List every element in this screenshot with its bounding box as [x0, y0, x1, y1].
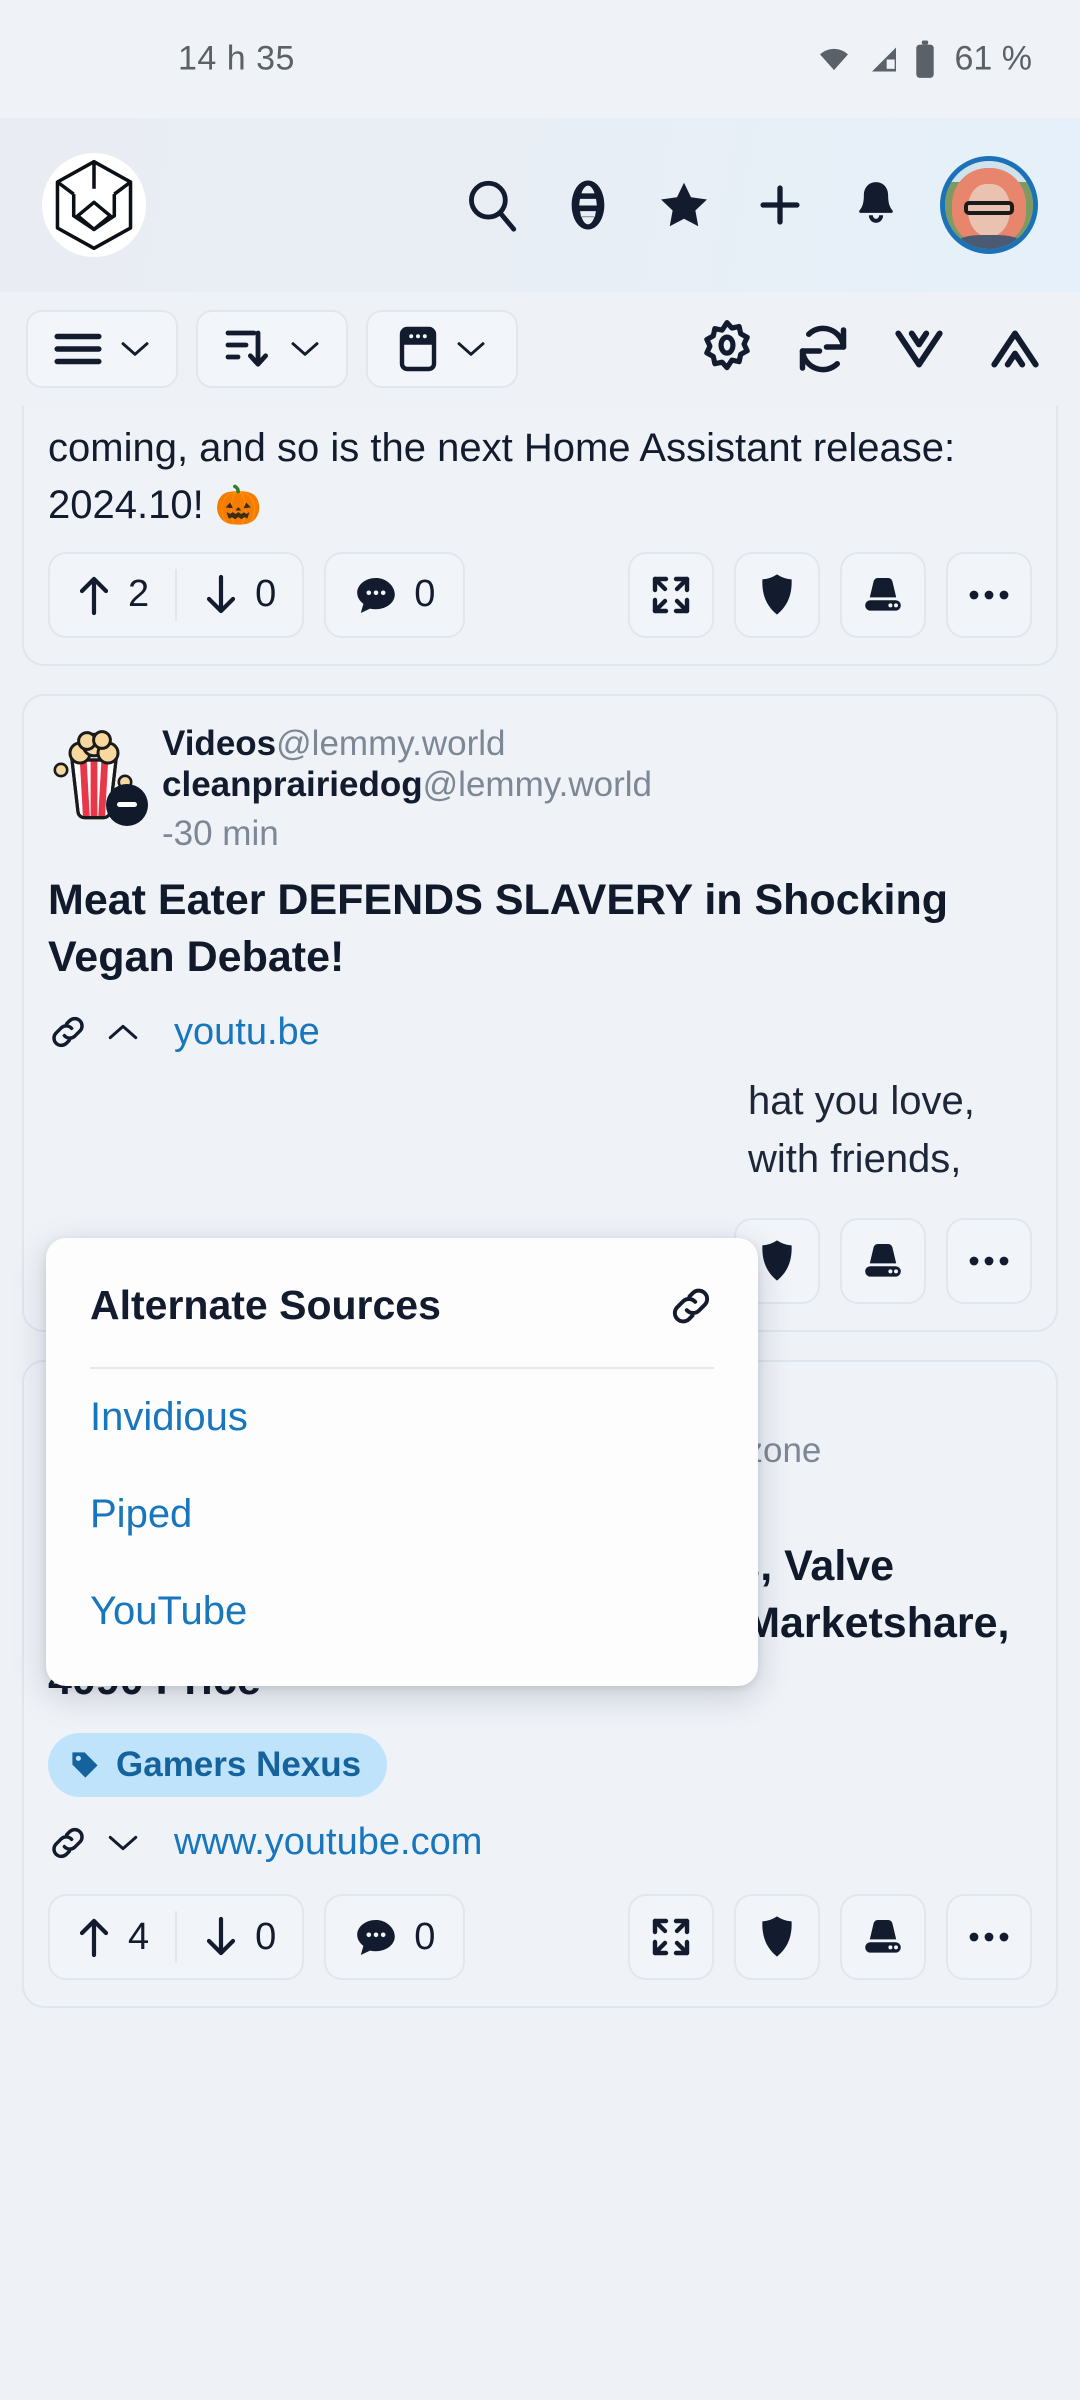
status-bar-indicators: 61 % — [813, 39, 1033, 79]
wifi-icon — [813, 43, 855, 75]
hamburger-lines-icon — [53, 329, 103, 369]
feed-toolbar — [0, 292, 1080, 406]
post-feed: coming, and so is the next Home Assistan… — [0, 406, 1080, 2009]
comment-count: 0 — [414, 1915, 436, 1958]
phone-screen: 14 h 35 61 % coming, and so is the next … — [0, 0, 1080, 2400]
embed-description: hat you love, with friends, — [48, 1066, 1032, 1200]
downvote-count: 0 — [255, 1915, 277, 1958]
post-age: -30 min — [162, 814, 279, 854]
more-horizontal-icon[interactable] — [946, 1217, 1032, 1304]
upvote-count: 4 — [128, 1915, 150, 1958]
app-bar-actions — [444, 156, 1038, 254]
post-header-lines: Videos@lemmy.world cleanprairiedog@lemmy… — [162, 722, 652, 854]
post-url[interactable]: youtu.be — [174, 1011, 320, 1054]
vote-group: 2 0 — [48, 551, 305, 638]
tag-icon — [68, 1748, 102, 1782]
lemmy-logo-icon[interactable] — [42, 153, 146, 257]
battery-percent-label: 61 % — [954, 39, 1033, 78]
chevron-down-icon — [455, 337, 487, 361]
downvote-button[interactable]: 0 — [177, 554, 302, 636]
post-action-bar: 2 0 0 — [48, 534, 1032, 664]
search-icon[interactable] — [444, 157, 540, 253]
cell-signal-icon — [866, 43, 902, 75]
author-name: cleanprairiedog — [162, 764, 423, 804]
post-body-paragraph: coming, and so is the next Home Assistan… — [48, 426, 956, 527]
community-name: Videos — [162, 723, 277, 763]
chevron-down-icon[interactable] — [106, 1830, 140, 1856]
vote-group: 4 0 — [48, 1894, 305, 1981]
bell-icon[interactable] — [828, 157, 924, 253]
upvote-count: 2 — [128, 573, 150, 616]
downvote-button[interactable]: 0 — [177, 1896, 302, 1978]
downvote-count: 0 — [255, 573, 277, 616]
star-icon[interactable] — [636, 157, 732, 253]
shield-icon[interactable] — [734, 551, 820, 638]
more-horizontal-icon[interactable] — [946, 551, 1032, 638]
post-action-bar: 4 0 0 — [48, 1876, 1032, 2006]
community-instance: @lemmy.world — [276, 723, 506, 763]
plus-icon[interactable] — [732, 157, 828, 253]
app-bar — [0, 118, 1080, 292]
link-chain-icon[interactable] — [48, 1012, 88, 1052]
dialog-item-youtube[interactable]: YouTube — [46, 1563, 758, 1660]
double-chevron-down-icon[interactable] — [880, 310, 958, 388]
embed-description-line: with friends, — [748, 1136, 962, 1181]
comment-count: 0 — [414, 573, 436, 616]
status-bar: 14 h 35 61 % — [0, 0, 1080, 118]
upvote-button[interactable]: 2 — [50, 554, 175, 636]
link-chain-icon[interactable] — [668, 1283, 714, 1329]
author-instance: @lemmy.world — [422, 764, 652, 804]
avatar-glasses — [964, 201, 1014, 215]
popcorn-avatar[interactable] — [48, 728, 148, 826]
community-line[interactable]: Videos@lemmy.world — [162, 724, 652, 763]
post-link-row: www.youtube.com — [48, 1803, 1032, 1876]
post-card[interactable]: coming, and so is the next Home Assistan… — [22, 406, 1058, 666]
sort-descending-icon — [223, 327, 273, 371]
sort-type-selector[interactable] — [196, 310, 348, 388]
globe-icon[interactable] — [540, 157, 636, 253]
comments-button[interactable]: 0 — [324, 1894, 466, 1981]
chevron-down-icon — [119, 337, 151, 361]
double-chevron-up-icon[interactable] — [976, 310, 1054, 388]
jack-o-lantern-emoji: 🎃 — [214, 484, 263, 527]
post-card[interactable]: Videos@lemmy.world cleanprairiedog@lemmy… — [22, 693, 1058, 1332]
avatar-shoulders — [959, 234, 1019, 249]
status-badge[interactable]: Gamers Nexus — [48, 1733, 388, 1798]
post-url[interactable]: www.youtube.com — [174, 1821, 482, 1864]
dialog-item-piped[interactable]: Piped — [46, 1466, 758, 1563]
post-tag-wrap: Gamers Nexus — [48, 1715, 1032, 1803]
upvote-button[interactable]: 4 — [50, 1896, 175, 1978]
post-link-row: youtu.be — [48, 993, 1032, 1066]
expand-icon[interactable] — [628, 1894, 714, 1981]
save-icon[interactable] — [840, 551, 926, 638]
gear-icon[interactable] — [688, 310, 766, 388]
battery-icon — [913, 40, 937, 78]
post-title[interactable]: Meat Eater DEFENDS SLAVERY in Shocking V… — [48, 854, 1032, 992]
listing-type-selector[interactable] — [26, 310, 178, 388]
save-icon[interactable] — [840, 1894, 926, 1981]
refresh-icon[interactable] — [784, 310, 862, 388]
alternate-sources-dialog[interactable]: Alternate Sources Invidious Piped YouTub… — [46, 1238, 758, 1686]
dialog-title: Alternate Sources — [90, 1282, 441, 1328]
avatar[interactable] — [940, 156, 1038, 254]
comments-button[interactable]: 0 — [324, 551, 466, 638]
expand-icon[interactable] — [628, 551, 714, 638]
card-view-icon — [397, 325, 439, 373]
dialog-item-invidious[interactable]: Invidious — [46, 1369, 758, 1466]
embed-description-line: hat you love, — [748, 1078, 975, 1123]
subscribe-status-badge — [106, 783, 148, 826]
link-chain-icon[interactable] — [48, 1823, 88, 1863]
status-badge-label: Gamers Nexus — [116, 1745, 362, 1785]
dialog-header: Alternate Sources — [46, 1238, 758, 1329]
status-bar-clock: 14 h 35 — [178, 39, 295, 78]
shield-icon[interactable] — [734, 1894, 820, 1981]
more-horizontal-icon[interactable] — [946, 1894, 1032, 1981]
author-line[interactable]: cleanprairiedog@lemmy.world — [162, 765, 652, 804]
save-icon[interactable] — [840, 1217, 926, 1304]
chevron-up-icon[interactable] — [106, 1019, 140, 1045]
post-body-text: coming, and so is the next Home Assistan… — [48, 406, 1032, 534]
chevron-down-icon — [289, 337, 321, 361]
post-header: Videos@lemmy.world cleanprairiedog@lemmy… — [48, 696, 1032, 854]
card-type-selector[interactable] — [366, 310, 518, 388]
